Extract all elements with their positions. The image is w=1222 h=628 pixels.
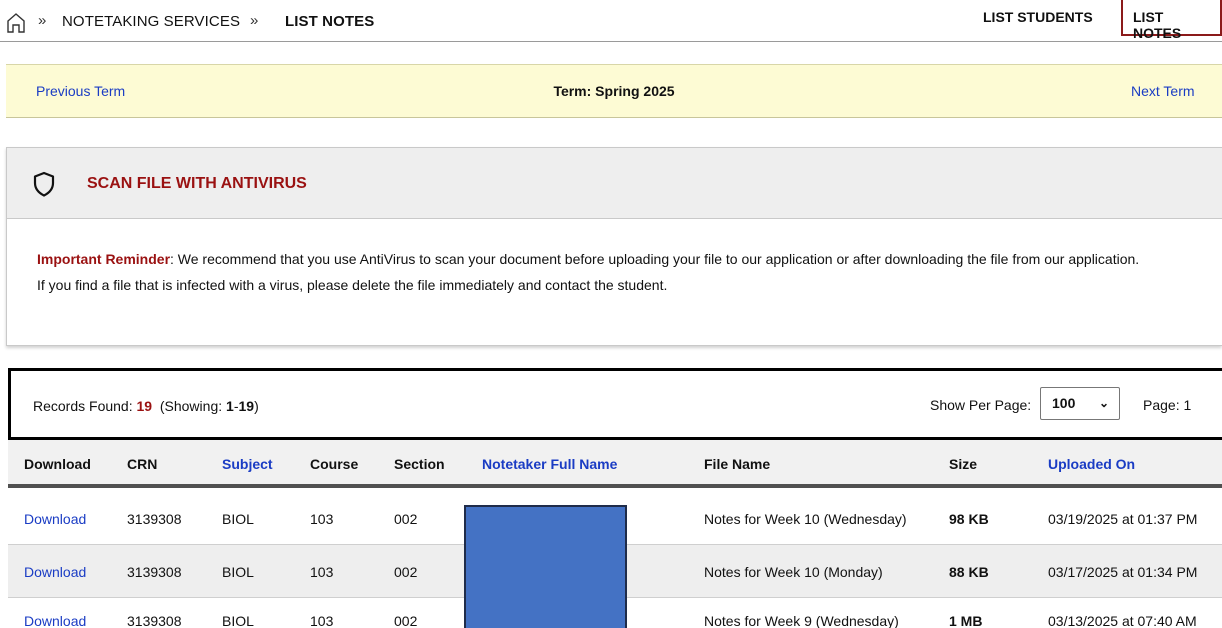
breadcrumb-separator: » (250, 12, 259, 29)
download-link[interactable]: Download (24, 564, 86, 580)
antivirus-panel: SCAN FILE WITH ANTIVIRUS Important Remin… (6, 147, 1222, 346)
col-section: Section (394, 456, 445, 472)
shield-icon (33, 171, 55, 197)
records-found: Records Found: 19 (Showing: 1-19) (33, 398, 259, 414)
term-title: Term: Spring 2025 (553, 83, 675, 99)
home-icon[interactable] (6, 11, 26, 33)
course-cell: 103 (310, 511, 334, 527)
breadcrumb-list-notes: LIST NOTES (285, 13, 375, 30)
col-crn: CRN (127, 456, 158, 472)
file-name-cell: Notes for Week 10 (Wednesday) (704, 511, 907, 527)
per-page-label: Show Per Page: (930, 397, 1032, 413)
size-cell: 98 KB (949, 511, 989, 527)
size-cell: 88 KB (949, 564, 989, 580)
breadcrumb-notetaking-services[interactable]: NOTETAKING SERVICES (62, 13, 240, 30)
tab-list-students[interactable]: LIST STUDENTS (983, 0, 1093, 36)
showing-label: (Showing: (159, 398, 223, 414)
subject-cell: BIOL (222, 564, 254, 580)
crn-cell: 3139308 (127, 564, 182, 580)
col-download: Download (24, 456, 91, 472)
per-page-value: 100 (1052, 395, 1076, 411)
col-course: Course (310, 456, 359, 472)
uploaded-on-cell: 03/19/2025 at 01:37 PM (1048, 511, 1198, 527)
download-link[interactable]: Download (24, 511, 86, 527)
section-cell: 002 (394, 613, 418, 628)
uploaded-on-cell: 03/17/2025 at 01:34 PM (1048, 564, 1198, 580)
chevron-down-icon: ⌄ (1098, 396, 1109, 410)
reminder-paragraph: Important Reminder: We recommend that yo… (37, 248, 1177, 270)
col-size: Size (949, 456, 978, 472)
breadcrumb-bar: » NOTETAKING SERVICES » LIST NOTES LIST … (0, 0, 1222, 42)
antivirus-title: SCAN FILE WITH ANTIVIRUS (87, 175, 307, 192)
col-notetaker-sort[interactable]: Notetaker Full Name (482, 456, 617, 472)
term-bar: Previous Term Term: Spring 2025 Next Ter… (6, 64, 1222, 118)
crn-cell: 3139308 (127, 511, 182, 527)
download-link[interactable]: Download (24, 613, 86, 628)
file-name-cell: Notes for Week 10 (Monday) (704, 564, 883, 580)
subject-cell: BIOL (222, 511, 254, 527)
infected-paragraph: If you find a file that is infected with… (37, 277, 668, 293)
reminder-label: Important Reminder (37, 251, 171, 267)
section-cell: 002 (394, 564, 418, 580)
antivirus-message: Important Reminder: We recommend that yo… (7, 219, 1177, 296)
subject-cell: BIOL (222, 613, 254, 628)
tab-list-notes[interactable]: LIST NOTES (1121, 0, 1222, 41)
reminder-text: : We recommend that you use AntiVirus to… (170, 251, 1140, 267)
breadcrumb-separator: » (38, 12, 47, 29)
records-found-label: Records Found: (33, 398, 133, 414)
section-cell: 002 (394, 511, 418, 527)
per-page-select[interactable]: 100 ⌄ (1040, 387, 1120, 420)
records-found-count: 19 (136, 398, 153, 414)
page-indicator: Page: 1 (1143, 397, 1192, 413)
antivirus-panel-header: SCAN FILE WITH ANTIVIRUS (7, 148, 1222, 219)
course-cell: 103 (310, 564, 334, 580)
records-summary: Records Found: 19 (Showing: 1-19) Show P… (8, 368, 1222, 440)
redacted-notetaker-names (464, 505, 627, 628)
showing-close: ) (254, 398, 259, 414)
showing-to: 19 (238, 398, 255, 414)
crn-cell: 3139308 (127, 613, 182, 628)
col-uploaded-on-sort[interactable]: Uploaded On (1048, 456, 1135, 472)
uploaded-on-cell: 03/13/2025 at 07:40 AM (1048, 613, 1197, 628)
file-name-cell: Notes for Week 9 (Wednesday) (704, 613, 899, 628)
table-header: Download CRN Subject Course Section Note… (8, 440, 1222, 488)
next-term-link[interactable]: Next Term (1131, 83, 1195, 99)
col-subject-sort[interactable]: Subject (222, 456, 273, 472)
size-cell: 1 MB (949, 613, 983, 628)
course-cell: 103 (310, 613, 334, 628)
col-file-name: File Name (704, 456, 771, 472)
showing-from: 1 (226, 398, 234, 414)
